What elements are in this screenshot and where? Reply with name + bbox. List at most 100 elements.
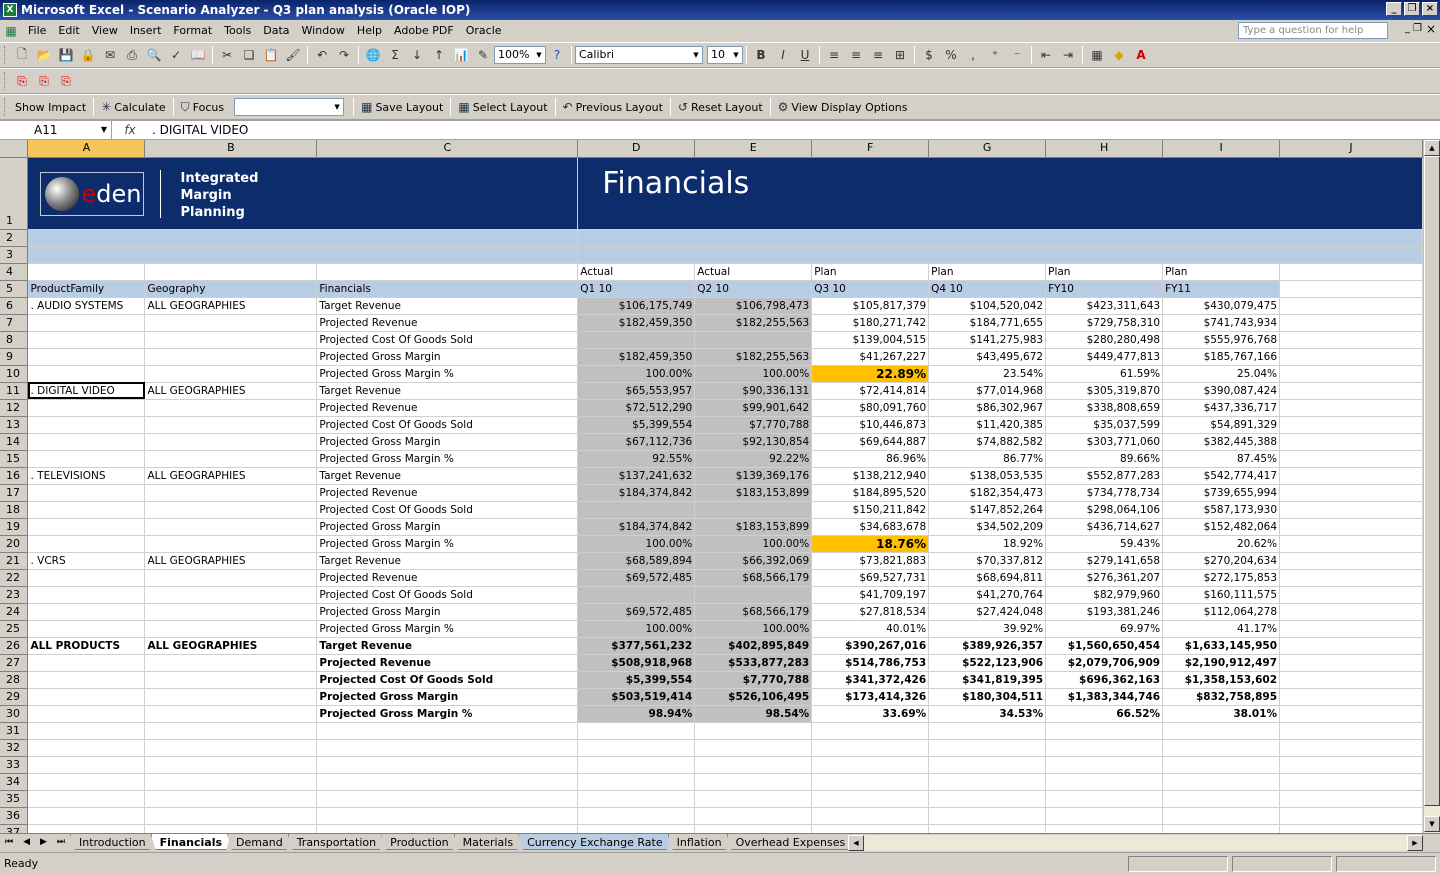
geography-cell[interactable] [144, 331, 318, 349]
product-family-cell[interactable] [27, 586, 146, 604]
scroll-down-icon[interactable]: ▼ [1424, 816, 1440, 832]
increase-indent-icon[interactable]: ⇥ [1057, 45, 1079, 65]
value-cell[interactable]: $508,918,968 [577, 654, 696, 672]
value-cell[interactable]: $80,091,760 [811, 399, 930, 417]
row-header-4[interactable]: 4 [0, 263, 29, 281]
cell[interactable] [577, 739, 696, 757]
geography-cell[interactable]: ALL GEOGRAPHIES [144, 297, 318, 315]
product-family-cell[interactable] [27, 620, 146, 638]
hyperlink-icon[interactable]: 🌐 [362, 45, 384, 65]
value-cell[interactable]: $141,275,983 [928, 331, 1047, 349]
cell[interactable] [27, 824, 146, 833]
align-right-icon[interactable]: ≡ [867, 45, 889, 65]
financials-cell[interactable]: Projected Gross Margin % [316, 705, 579, 723]
cell[interactable] [144, 756, 318, 774]
value-cell[interactable]: 86.77% [928, 450, 1047, 468]
band-cell[interactable] [577, 246, 1423, 264]
value-cell[interactable]: $338,808,659 [1045, 399, 1164, 417]
value-cell[interactable]: $99,901,642 [694, 399, 813, 417]
row-header[interactable]: 32 [0, 739, 29, 757]
cell[interactable] [694, 722, 813, 740]
menu-window[interactable]: Window [296, 21, 351, 41]
value-cell[interactable]: $305,319,870 [1045, 382, 1164, 400]
value-cell[interactable]: $27,424,048 [928, 603, 1047, 621]
cell[interactable] [1279, 722, 1423, 740]
column-header-f[interactable]: F [811, 140, 930, 158]
permission-icon[interactable]: 🔒 [77, 45, 99, 65]
row-header-1[interactable]: 1 [0, 157, 29, 230]
value-cell[interactable] [694, 331, 813, 349]
focus-button[interactable]: ⛉ Focus [177, 97, 228, 117]
geography-cell[interactable] [144, 620, 318, 638]
geography-cell[interactable] [144, 535, 318, 553]
value-cell[interactable]: $533,877,283 [694, 654, 813, 672]
row-header-2[interactable]: 2 [0, 229, 29, 247]
cell[interactable] [928, 756, 1047, 774]
financials-cell[interactable]: Projected Gross Margin [316, 518, 579, 536]
value-cell[interactable]: $182,255,563 [694, 314, 813, 332]
geography-cell[interactable] [144, 348, 318, 366]
row-header[interactable]: 25 [0, 620, 29, 638]
product-family-cell[interactable] [27, 603, 146, 621]
value-cell[interactable]: $832,758,895 [1162, 688, 1281, 706]
header-type-cell[interactable] [27, 263, 146, 281]
row-header[interactable]: 23 [0, 586, 29, 604]
value-cell[interactable]: $522,123,906 [928, 654, 1047, 672]
value-cell[interactable]: 92.55% [577, 450, 696, 468]
cell[interactable] [577, 790, 696, 808]
cell[interactable] [928, 739, 1047, 757]
value-cell[interactable]: $183,153,899 [694, 484, 813, 502]
financials-cell[interactable]: Projected Cost Of Goods Sold [316, 416, 579, 434]
paste-icon[interactable]: 📋 [260, 45, 282, 65]
column-header-e[interactable]: E [694, 140, 813, 158]
sheet-tab-overhead-expenses[interactable]: Overhead Expenses [727, 834, 855, 850]
column-header-j[interactable]: J [1279, 140, 1423, 158]
menu-tools[interactable]: Tools [218, 21, 257, 41]
value-cell[interactable]: $503,519,414 [577, 688, 696, 706]
geography-cell[interactable] [144, 416, 318, 434]
email-icon[interactable]: ✉ [99, 45, 121, 65]
row-header[interactable]: 9 [0, 348, 29, 366]
value-cell[interactable]: $72,414,814 [811, 382, 930, 400]
product-family-cell[interactable] [27, 688, 146, 706]
financials-cell[interactable]: Projected Gross Margin % [316, 620, 579, 638]
cell[interactable] [928, 807, 1047, 825]
value-cell[interactable]: 100.00% [577, 620, 696, 638]
value-cell[interactable]: $514,786,753 [811, 654, 930, 672]
menu-edit[interactable]: Edit [52, 21, 85, 41]
value-cell[interactable]: $69,572,485 [577, 603, 696, 621]
italic-icon[interactable]: I [772, 45, 794, 65]
undo-icon[interactable]: ↶ [311, 45, 333, 65]
header-type-cell[interactable]: Plan [928, 263, 1047, 281]
value-cell[interactable]: $138,053,535 [928, 467, 1047, 485]
row-header[interactable]: 34 [0, 773, 29, 791]
financials-cell[interactable]: Projected Revenue [316, 654, 579, 672]
cell[interactable] [694, 824, 813, 833]
cell[interactable] [27, 807, 146, 825]
value-cell[interactable]: $390,087,424 [1162, 382, 1281, 400]
column-label-cell[interactable]: Geography [144, 280, 318, 298]
cell[interactable] [316, 824, 579, 833]
value-cell[interactable]: $137,241,632 [577, 467, 696, 485]
cell[interactable] [27, 722, 146, 740]
value-cell[interactable] [694, 501, 813, 519]
value-cell[interactable] [577, 331, 696, 349]
cell[interactable] [811, 824, 930, 833]
cell[interactable] [811, 739, 930, 757]
cell[interactable] [1279, 535, 1423, 553]
cell[interactable] [928, 790, 1047, 808]
financials-cell[interactable]: Projected Revenue [316, 484, 579, 502]
autosum-icon[interactable]: Σ [384, 45, 406, 65]
help-icon[interactable]: ? [546, 45, 568, 65]
cell[interactable] [1045, 756, 1164, 774]
value-cell[interactable]: 100.00% [694, 535, 813, 553]
product-family-cell[interactable] [27, 399, 146, 417]
geography-cell[interactable]: ALL GEOGRAPHIES [144, 467, 318, 485]
value-cell[interactable]: $389,926,357 [928, 637, 1047, 655]
value-cell[interactable]: $182,459,350 [577, 348, 696, 366]
value-cell[interactable]: $402,895,849 [694, 637, 813, 655]
cell[interactable] [1279, 399, 1423, 417]
row-header[interactable]: 16 [0, 467, 29, 485]
value-cell[interactable]: $90,336,131 [694, 382, 813, 400]
value-cell[interactable]: $68,694,811 [928, 569, 1047, 587]
